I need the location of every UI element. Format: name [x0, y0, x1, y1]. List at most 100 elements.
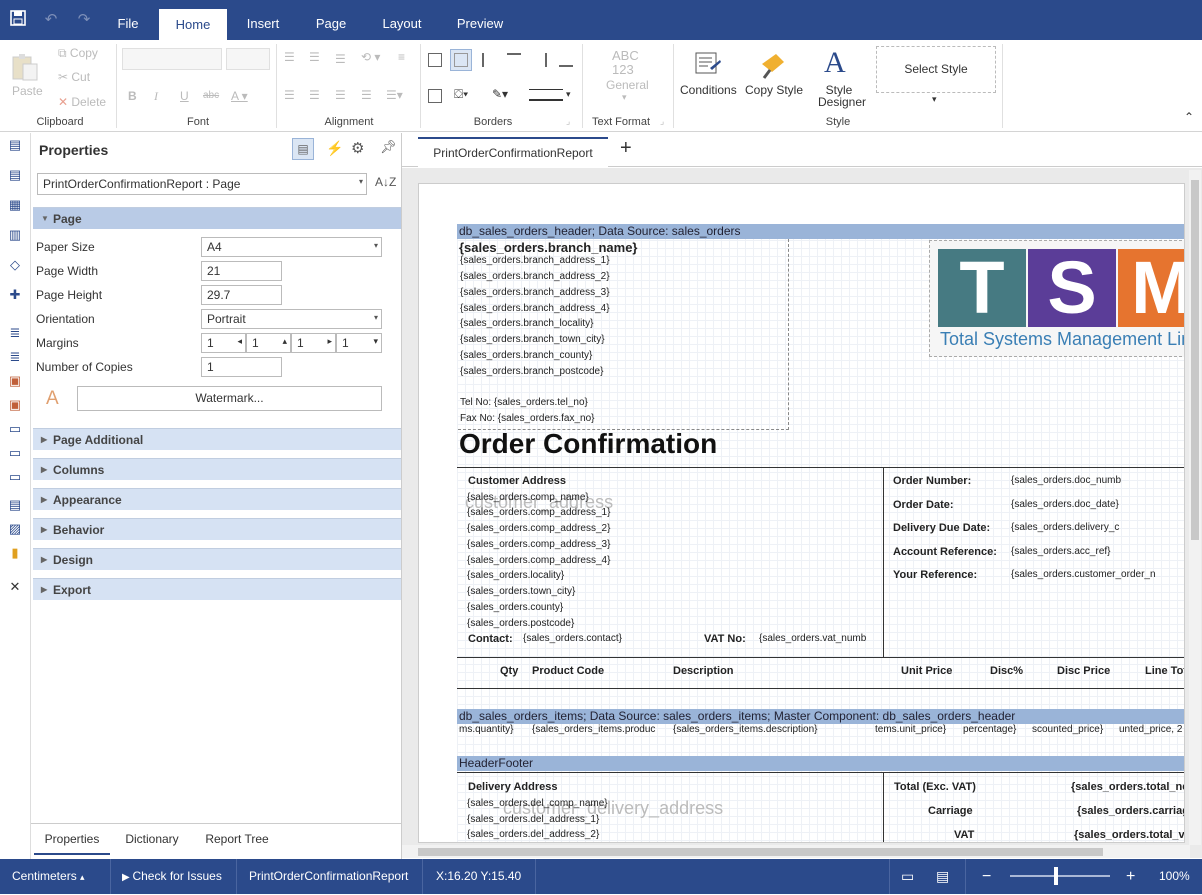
- comp-line[interactable]: {sales_orders.comp_address_2}: [467, 523, 610, 534]
- no-border-icon[interactable]: [450, 49, 472, 71]
- col-product-code[interactable]: Product Code: [532, 665, 604, 677]
- del-line[interactable]: {sales_orders.del_address_2}: [467, 829, 599, 840]
- format-general-button[interactable]: General: [606, 78, 649, 92]
- item-line-total-field[interactable]: unted_price, 2: [1119, 724, 1182, 735]
- delete-button[interactable]: ✕ Delete: [58, 95, 106, 109]
- italic-icon[interactable]: I: [154, 89, 158, 104]
- comp-line[interactable]: {sales_orders.comp_address_4}: [467, 555, 610, 566]
- menu-home[interactable]: Home: [159, 9, 227, 40]
- page-additional-section[interactable]: ▶ Page Additional: [33, 428, 401, 450]
- shapes-icon[interactable]: ◇: [6, 257, 24, 273]
- border-style-icon[interactable]: [529, 89, 563, 101]
- font-size-combo[interactable]: [226, 48, 270, 70]
- copy-style-brush-icon[interactable]: [758, 50, 788, 80]
- delivery-address-label[interactable]: Delivery Address: [468, 781, 557, 793]
- justify-icon[interactable]: ☰: [361, 88, 372, 102]
- copies-input[interactable]: 1: [201, 357, 282, 377]
- all-borders-icon[interactable]: [428, 53, 442, 67]
- copy-style-button[interactable]: Copy Style: [745, 83, 803, 97]
- fill-color-icon[interactable]: ⛋▾: [454, 87, 468, 102]
- components-icon[interactable]: ✚: [6, 287, 24, 303]
- chevron-down-icon[interactable]: ▾: [566, 89, 571, 100]
- delivery-due-label[interactable]: Delivery Due Date:: [893, 522, 990, 534]
- undo-icon[interactable]: ↶: [41, 10, 61, 30]
- item-unit-price-field[interactable]: tems.unit_price}: [875, 724, 946, 735]
- footer-band[interactable]: HeaderFooter: [457, 756, 1184, 771]
- menu-page[interactable]: Page: [306, 0, 356, 40]
- zoom-slider-track[interactable]: [1010, 875, 1110, 877]
- strikethrough-icon[interactable]: abc: [203, 90, 219, 101]
- events-icon[interactable]: ⚡: [326, 140, 343, 157]
- border-color-icon[interactable]: ✎▾: [492, 87, 508, 101]
- save-icon[interactable]: [8, 10, 28, 30]
- menu-layout[interactable]: Layout: [372, 0, 432, 40]
- header-band-icon[interactable]: ▤: [6, 167, 24, 183]
- bold-icon[interactable]: B: [128, 89, 137, 103]
- horizontal-scrollbar[interactable]: [402, 845, 1190, 858]
- left-border-icon[interactable]: [482, 53, 496, 67]
- sort-az-icon[interactable]: A↓Z: [375, 175, 396, 189]
- right-border-icon[interactable]: [533, 53, 547, 67]
- carriage-label[interactable]: Carriage: [928, 805, 973, 817]
- comp-line[interactable]: {sales_orders.county}: [467, 602, 563, 613]
- page-width-input[interactable]: 21: [201, 261, 282, 281]
- vat-total-label[interactable]: VAT: [954, 829, 974, 841]
- appearance-section[interactable]: ▶ Appearance: [33, 488, 401, 510]
- export-section[interactable]: ▶ Export: [33, 578, 401, 600]
- header-band[interactable]: db_sales_orders_header; Data Source: sal…: [457, 224, 1184, 239]
- system-text-icon[interactable]: ▣: [6, 397, 24, 413]
- align-middle-icon[interactable]: ☰: [309, 50, 320, 64]
- zoom-in-icon[interactable]: +: [1126, 859, 1135, 894]
- conditions-icon[interactable]: [694, 50, 722, 78]
- rich-text-icon[interactable]: ≣: [6, 349, 24, 365]
- style-designer-icon[interactable]: A: [824, 46, 846, 80]
- menu-insert[interactable]: Insert: [237, 0, 289, 40]
- tools-icon[interactable]: ✕: [6, 579, 24, 595]
- carriage-field[interactable]: {sales_orders.carriag: [1077, 805, 1184, 817]
- delivery-due-field[interactable]: {sales_orders.delivery_c: [1011, 522, 1119, 533]
- chevron-down-icon[interactable]: ▾: [622, 92, 627, 103]
- bottom-border-icon[interactable]: [559, 53, 573, 67]
- collapse-ribbon-icon[interactable]: ⌃: [1184, 110, 1194, 124]
- cut-button[interactable]: ✂ Cut: [58, 70, 90, 84]
- line-spacing-icon[interactable]: ☰▾: [386, 88, 403, 102]
- item-product-field[interactable]: {sales_orders_items.produc: [532, 724, 655, 735]
- item-description-field[interactable]: {sales_orders_items.description}: [673, 724, 818, 735]
- order-date-label[interactable]: Order Date:: [893, 499, 954, 511]
- col-disc-pct[interactable]: Disc%: [990, 665, 1023, 677]
- clone-icon[interactable]: ▭: [6, 445, 24, 461]
- vertical-scrollbar[interactable]: [1189, 170, 1201, 845]
- cross-band-icon[interactable]: ▥: [6, 227, 24, 243]
- rotate-text-icon[interactable]: ⟲ ▾: [361, 50, 380, 64]
- comp-line[interactable]: {sales_orders.town_city}: [467, 586, 575, 597]
- image-icon[interactable]: ▨: [6, 521, 24, 537]
- customer-address-label[interactable]: Customer Address: [468, 475, 566, 487]
- component-selector[interactable]: PrintOrderConfirmationReport : Page ▾: [37, 173, 367, 195]
- conditions-button[interactable]: Conditions: [680, 83, 737, 97]
- fit-width-icon[interactable]: ▤: [936, 859, 949, 894]
- check-issues-button[interactable]: ▶ Check for Issues: [122, 859, 222, 894]
- copy-button[interactable]: ⧉ Copy: [58, 46, 98, 61]
- your-ref-field[interactable]: {sales_orders.customer_order_n: [1011, 569, 1156, 580]
- contact-field[interactable]: {sales_orders.contact}: [523, 633, 622, 644]
- page-section-header[interactable]: ▼ Page: [33, 207, 401, 229]
- chevron-down-icon[interactable]: ▾: [932, 94, 937, 105]
- zoom-out-icon[interactable]: −: [982, 859, 991, 894]
- item-quantity-field[interactable]: ms.quantity}: [459, 724, 513, 735]
- scroll-thumb[interactable]: [418, 848, 1103, 856]
- vat-field[interactable]: {sales_orders.vat_numb: [759, 633, 866, 644]
- vat-total-field[interactable]: {sales_orders.total_va: [1074, 829, 1184, 841]
- border-settings-icon[interactable]: [428, 89, 442, 103]
- orientation-select[interactable]: Portrait ▾: [201, 309, 382, 329]
- fit-page-icon[interactable]: ▭: [901, 859, 914, 894]
- chart-icon[interactable]: ▮: [6, 545, 24, 561]
- font-color-icon[interactable]: A ▾: [231, 89, 248, 103]
- gear-icon[interactable]: ⚙: [351, 139, 364, 157]
- watermark-button[interactable]: Watermark...: [77, 386, 382, 411]
- order-number-label[interactable]: Order Number:: [893, 475, 971, 487]
- properties-view-icon[interactable]: ▤: [292, 138, 314, 160]
- word-wrap-icon[interactable]: ≡: [398, 50, 405, 64]
- tab-report[interactable]: PrintOrderConfirmationReport: [418, 137, 608, 167]
- comp-line[interactable]: {sales_orders.locality}: [467, 570, 564, 581]
- expand-icon[interactable]: ⌟: [660, 116, 664, 127]
